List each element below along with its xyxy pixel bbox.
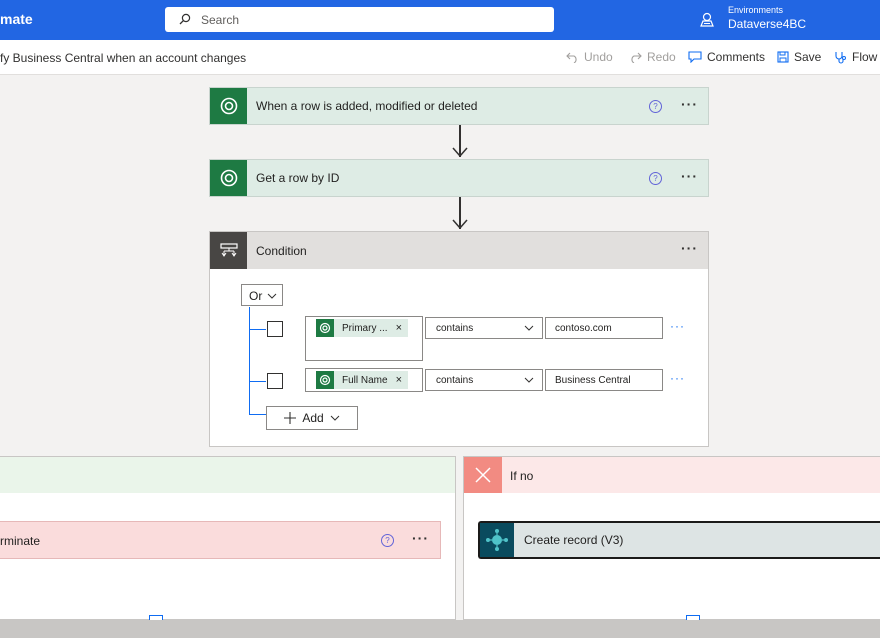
condition-value-left[interactable]: Full Name × bbox=[305, 368, 423, 392]
if-no-header[interactable]: If no bbox=[464, 457, 880, 493]
arrow-head-icon bbox=[452, 147, 468, 158]
plus-icon bbox=[284, 412, 297, 424]
search-box[interactable]: Search bbox=[165, 7, 554, 32]
redo-label: Redo bbox=[647, 50, 676, 64]
app-title[interactable]: mate bbox=[0, 11, 33, 27]
row-connector-line bbox=[249, 381, 266, 382]
condition-title: Condition bbox=[256, 244, 307, 258]
dataverse-icon bbox=[210, 88, 247, 124]
flow-checker-button[interactable]: Flow bbox=[834, 50, 877, 64]
row-connector-line bbox=[249, 414, 266, 415]
condition-value-left[interactable]: Primary ... × bbox=[305, 316, 423, 361]
search-placeholder: Search bbox=[201, 13, 240, 27]
environment-label: Environments bbox=[728, 5, 784, 15]
add-label: Add bbox=[302, 411, 324, 425]
operator-select[interactable]: contains bbox=[425, 317, 543, 339]
terminate-card[interactable]: rminate ? ··· bbox=[0, 521, 441, 559]
value-text: Business Central bbox=[555, 375, 631, 386]
token-label: Full Name bbox=[342, 374, 388, 386]
token-remove-icon[interactable]: × bbox=[396, 322, 402, 334]
condition-card: Condition ··· Or Primary ... × contains … bbox=[209, 231, 709, 447]
help-icon[interactable]: ? bbox=[649, 172, 662, 185]
add-condition-button[interactable]: Add bbox=[266, 406, 358, 430]
save-button[interactable]: Save bbox=[777, 50, 821, 64]
value-text: contoso.com bbox=[555, 323, 612, 334]
chevron-down-icon bbox=[524, 325, 534, 331]
operator-select[interactable]: contains bbox=[425, 369, 543, 391]
top-header-bar: mate Search Environments Dataverse4BC bbox=[0, 0, 880, 40]
dataverse-icon bbox=[316, 319, 334, 337]
undo-button[interactable]: Undo bbox=[566, 50, 613, 64]
more-options-button[interactable]: ··· bbox=[681, 168, 698, 184]
trigger-card[interactable]: When a row is added, modified or deleted… bbox=[209, 87, 709, 125]
undo-icon bbox=[566, 52, 577, 63]
row-more-button[interactable]: ··· bbox=[670, 371, 685, 385]
more-options-button[interactable]: ··· bbox=[681, 240, 698, 256]
if-yes-header[interactable] bbox=[0, 457, 455, 493]
condition-value-right[interactable]: contoso.com bbox=[545, 317, 663, 339]
save-label: Save bbox=[794, 50, 822, 64]
chevron-down-icon bbox=[524, 377, 534, 383]
business-central-icon bbox=[480, 523, 514, 557]
row-more-button[interactable]: ··· bbox=[670, 319, 685, 333]
help-icon[interactable]: ? bbox=[649, 100, 662, 113]
dataverse-icon bbox=[210, 160, 247, 196]
flow-checker-label: Flow bbox=[852, 50, 878, 64]
row-connector-line bbox=[249, 329, 266, 330]
trigger-title: When a row is added, modified or deleted bbox=[256, 99, 478, 113]
undo-label: Undo bbox=[584, 50, 613, 64]
create-record-card[interactable]: Create record (V3) bbox=[478, 521, 880, 559]
token-label: Primary ... bbox=[342, 322, 388, 334]
comments-label: Comments bbox=[707, 50, 766, 64]
redo-button[interactable]: Redo bbox=[629, 50, 676, 64]
flow-name[interactable]: fy Business Central when an account chan… bbox=[0, 51, 246, 65]
help-icon[interactable]: ? bbox=[381, 534, 394, 547]
row-checkbox[interactable] bbox=[267, 321, 283, 337]
environment-name[interactable]: Dataverse4BC bbox=[728, 17, 806, 31]
token-remove-icon[interactable]: × bbox=[396, 374, 402, 386]
more-options-button[interactable]: ··· bbox=[412, 530, 429, 546]
dynamic-content-token[interactable]: Full Name × bbox=[316, 371, 409, 389]
environment-icon[interactable] bbox=[699, 12, 715, 28]
flow-canvas: When a row is added, modified or deleted… bbox=[0, 75, 880, 621]
create-record-title: Create record (V3) bbox=[524, 533, 624, 547]
dataverse-icon bbox=[316, 371, 334, 389]
operator-value: contains bbox=[436, 375, 474, 386]
horizontal-scrollbar[interactable] bbox=[0, 620, 880, 638]
group-operator-value: Or bbox=[249, 289, 263, 303]
group-connector-line bbox=[249, 307, 250, 414]
group-operator-select[interactable]: Or bbox=[241, 284, 283, 306]
chevron-down-icon bbox=[330, 415, 340, 421]
chevron-down-icon bbox=[267, 293, 277, 299]
comment-icon bbox=[688, 51, 702, 63]
search-icon bbox=[179, 13, 191, 25]
dynamic-content-token[interactable]: Primary ... × bbox=[316, 319, 408, 337]
more-options-button[interactable]: ··· bbox=[681, 96, 698, 112]
operator-value: contains bbox=[436, 323, 474, 334]
arrow-head-icon bbox=[452, 219, 468, 230]
condition-value-right[interactable]: Business Central bbox=[545, 369, 663, 391]
condition-header[interactable]: Condition ··· bbox=[210, 232, 708, 269]
condition-icon bbox=[210, 232, 247, 269]
get-row-title: Get a row by ID bbox=[256, 171, 340, 185]
redo-icon bbox=[631, 52, 642, 63]
terminate-title: rminate bbox=[0, 534, 41, 548]
comments-button[interactable]: Comments bbox=[688, 50, 765, 64]
get-row-card[interactable]: Get a row by ID ? ··· bbox=[209, 159, 709, 197]
command-bar: fy Business Central when an account chan… bbox=[0, 40, 880, 75]
stethoscope-icon bbox=[835, 51, 846, 64]
if-no-title: If no bbox=[510, 469, 534, 483]
save-icon bbox=[777, 51, 789, 63]
row-checkbox[interactable] bbox=[267, 373, 283, 389]
close-icon bbox=[464, 457, 502, 493]
